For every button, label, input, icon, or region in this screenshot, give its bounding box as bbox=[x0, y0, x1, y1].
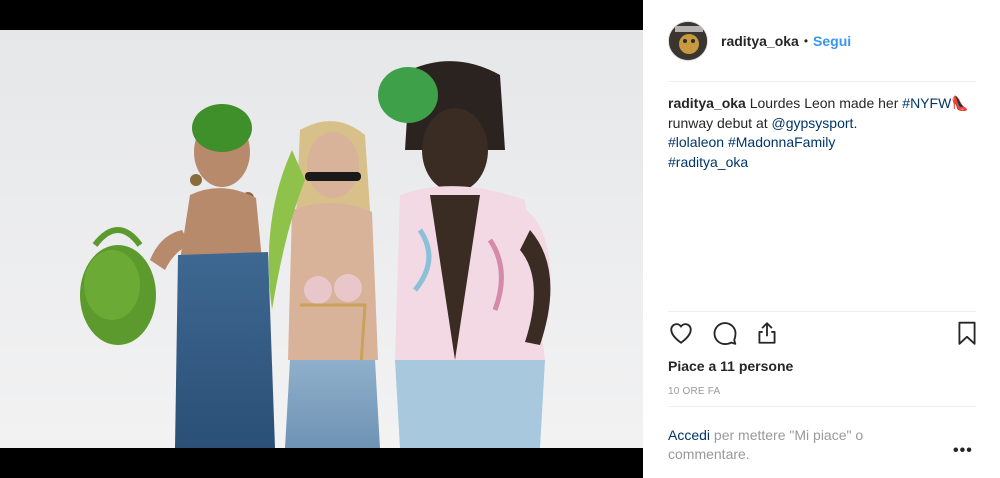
post-caption: raditya_oka Lourdes Leon made her #NYFW👠… bbox=[668, 94, 978, 172]
save-button[interactable] bbox=[954, 320, 982, 348]
mention-gypsysport[interactable]: @gypsysport bbox=[772, 115, 854, 131]
caption-text: . bbox=[853, 114, 858, 131]
like-button[interactable] bbox=[668, 320, 696, 348]
hashtag-lolaleon[interactable]: #lolaleon bbox=[668, 134, 724, 150]
more-options-button[interactable]: ••• bbox=[953, 442, 973, 460]
follow-button[interactable]: Segui bbox=[813, 33, 851, 49]
post-side-panel: raditya_oka • Segui raditya_oka Lourdes … bbox=[643, 0, 1000, 478]
avatar-image bbox=[669, 22, 707, 60]
avatar[interactable] bbox=[668, 21, 708, 61]
post-header: raditya_oka • Segui bbox=[668, 18, 851, 64]
login-divider bbox=[668, 406, 976, 407]
heart-icon bbox=[670, 323, 692, 344]
hashtag-madonnafamily[interactable]: #MadonnaFamily bbox=[728, 134, 835, 150]
post-photo[interactable] bbox=[0, 30, 643, 448]
hashtag-nyfw[interactable]: #NYFW bbox=[902, 95, 951, 111]
login-prompt: Accedi per mettere "Mi piace" o commenta… bbox=[668, 426, 928, 464]
bookmark-icon bbox=[958, 321, 976, 345]
actions-divider bbox=[668, 311, 976, 312]
share-icon bbox=[758, 322, 776, 344]
post-media bbox=[0, 0, 643, 478]
likes-count[interactable]: Piace a 11 persone bbox=[668, 358, 793, 374]
caption-emoji: 👠 bbox=[951, 95, 969, 111]
comment-icon bbox=[713, 322, 737, 345]
share-button[interactable] bbox=[754, 320, 782, 348]
header-text: raditya_oka • Segui bbox=[721, 33, 851, 49]
likes-label: Piace a 11 persone bbox=[668, 358, 794, 374]
caption-text: runway debut at bbox=[668, 114, 772, 131]
post-photo-illustration bbox=[0, 30, 643, 448]
separator-dot: • bbox=[803, 34, 809, 48]
action-bar bbox=[668, 320, 980, 352]
caption-username-link[interactable]: raditya_oka bbox=[668, 95, 746, 111]
header-divider bbox=[668, 81, 976, 82]
username-link[interactable]: raditya_oka bbox=[721, 33, 799, 49]
caption-text: Lourdes Leon made her bbox=[745, 95, 903, 111]
login-link[interactable]: Accedi bbox=[668, 427, 710, 443]
hashtag-raditya-oka[interactable]: #raditya_oka bbox=[668, 154, 748, 170]
comment-button[interactable] bbox=[712, 320, 740, 348]
post-timestamp[interactable]: 10 ORE FA bbox=[668, 386, 720, 397]
